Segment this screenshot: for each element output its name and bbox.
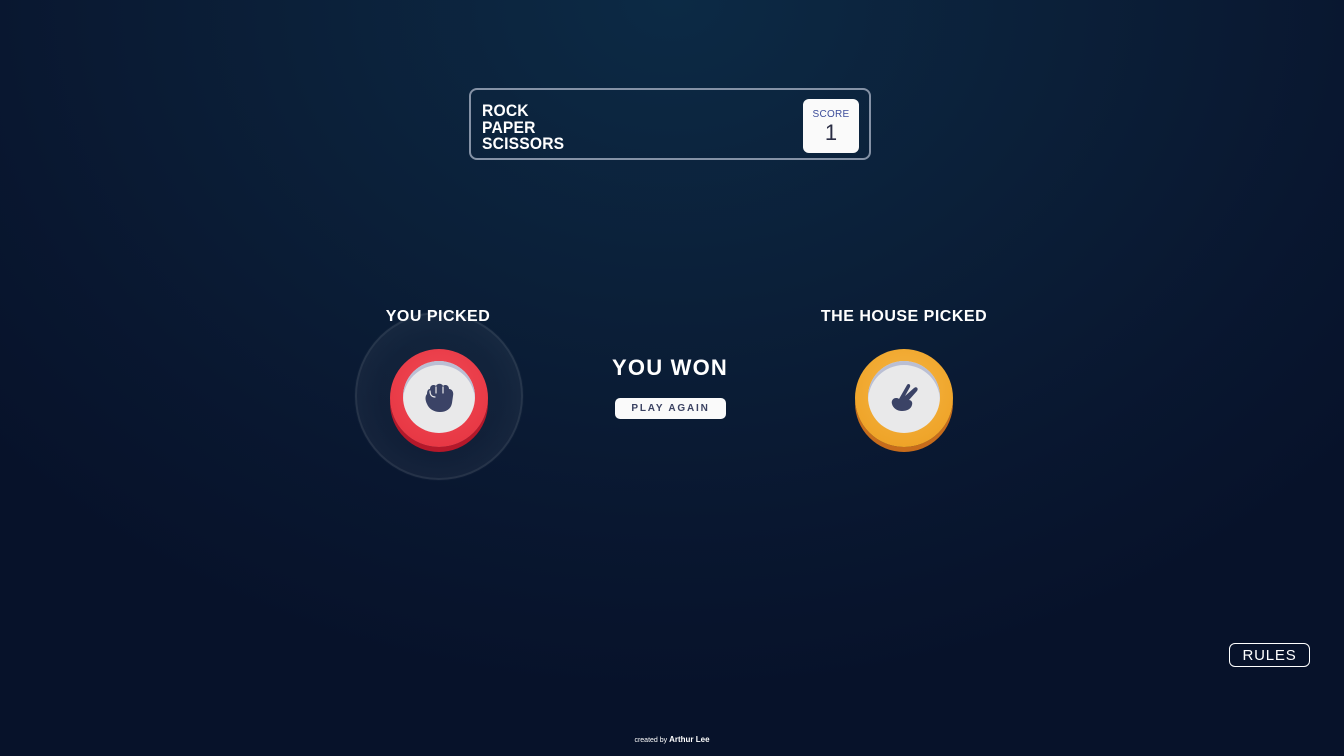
score-value: 1 — [824, 120, 838, 145]
footer-author: Arthur Lee — [669, 735, 710, 744]
title-line-scissors: SCISSORS — [482, 134, 565, 153]
scoreboard-header: ROCK PAPER SCISSORS SCORE 1 — [469, 88, 871, 160]
footer-credit: created by Arthur Lee — [572, 735, 772, 744]
player-rock-token — [390, 349, 488, 447]
house-picked-label: THE HOUSE PICKED — [820, 308, 988, 325]
game-title: ROCK PAPER SCISSORS — [482, 102, 565, 153]
house-token-face — [868, 361, 940, 433]
score-box: SCORE 1 — [803, 99, 859, 153]
player-token-face — [403, 361, 475, 433]
rules-button[interactable]: RULES — [1229, 643, 1310, 667]
rock-fist-icon — [425, 383, 454, 412]
result-text: YOU WON — [612, 355, 728, 380]
play-again-button[interactable]: PLAY AGAIN — [615, 398, 726, 419]
house-scissors-token — [855, 349, 953, 447]
scissors-hand-icon — [891, 383, 918, 411]
score-label: SCORE — [812, 109, 850, 120]
footer-prefix: created by — [634, 737, 668, 744]
